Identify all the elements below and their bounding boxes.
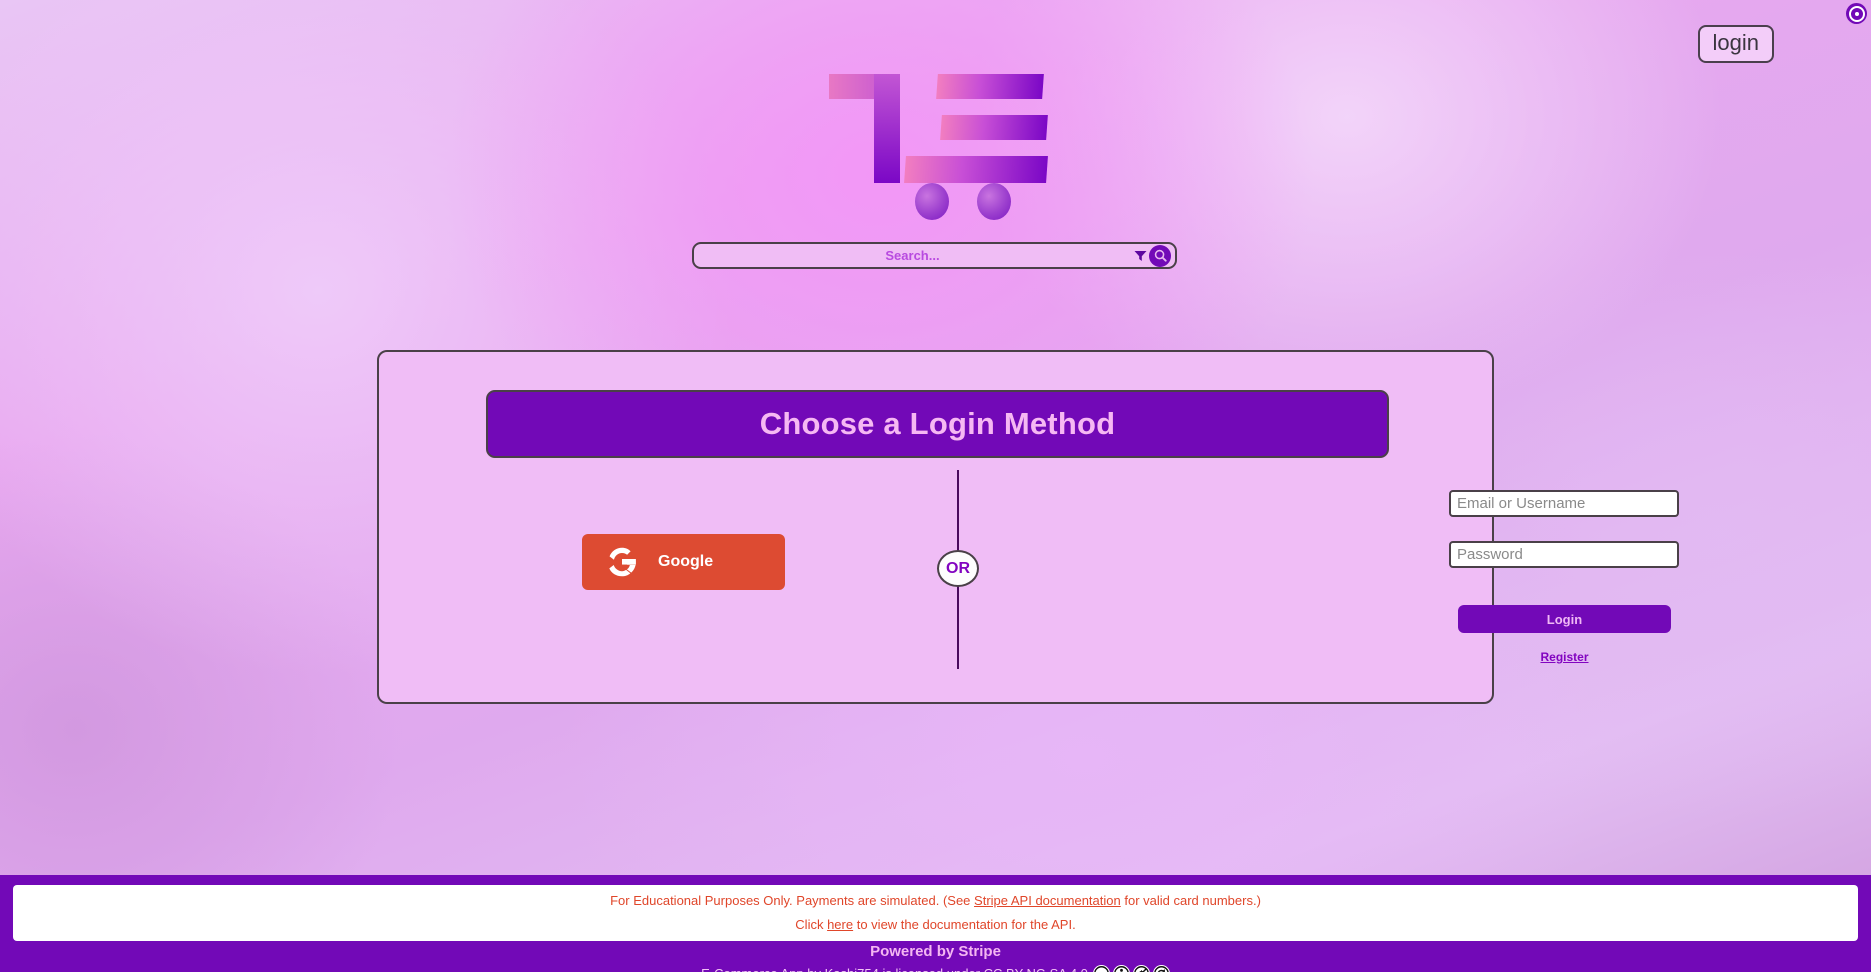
cart-bar-bottom xyxy=(903,156,1048,183)
footer-notice-banner: For Educational Purposes Only. Payments … xyxy=(13,885,1858,941)
search-input[interactable] xyxy=(694,248,1131,263)
page-footer: For Educational Purposes Only. Payments … xyxy=(0,875,1871,972)
api-documentation-here-link[interactable]: here xyxy=(827,917,853,932)
cart-bar-middle xyxy=(939,115,1048,140)
search-submit-button[interactable] xyxy=(1149,244,1171,267)
google-login-button[interactable]: Google xyxy=(582,534,785,590)
cart-bar-top xyxy=(935,74,1044,99)
license-prefix: E-Commerce App by xyxy=(701,966,825,972)
notice-text-before: For Educational Purposes Only. Payments … xyxy=(610,893,975,908)
login-form: Login Register xyxy=(1449,470,1679,664)
footer-notice-line-2: Click here to view the documentation for… xyxy=(795,913,1075,937)
license-line: E-Commerce App by Kashi754 is licensed u… xyxy=(0,965,1871,972)
cart-wheel-right xyxy=(976,183,1011,220)
or-divider: OR xyxy=(937,470,979,669)
page-title: Choose a Login Method xyxy=(759,406,1116,441)
eye-icon-ring xyxy=(1848,5,1865,22)
cc-nc-noncommercial-icon: $ xyxy=(1132,965,1150,972)
cart-wheel-left xyxy=(914,183,949,220)
email-or-username-input[interactable] xyxy=(1449,490,1679,517)
eye-icon-pupil xyxy=(1854,11,1859,16)
login-page: login Choose a Login M xyxy=(0,0,1871,972)
author-link[interactable]: Kashi754 xyxy=(825,966,879,972)
login-submit-button[interactable]: Login xyxy=(1458,605,1671,633)
login-pill-button[interactable]: login xyxy=(1697,25,1774,63)
shopping-cart-logo[interactable] xyxy=(828,68,1048,220)
google-g-icon xyxy=(609,547,636,577)
login-card-body: Google OR Login Register xyxy=(379,470,1679,702)
notice-text-after: for valid card numbers.) xyxy=(1120,893,1261,908)
or-divider-label: OR xyxy=(946,559,970,577)
notice2-text-before: Click xyxy=(795,917,828,932)
logo-container xyxy=(0,68,1871,220)
cc-by-person-icon xyxy=(1112,965,1130,972)
footer-notice-line-1: For Educational Purposes Only. Payments … xyxy=(610,889,1261,913)
cc-sa-sharealike-icon xyxy=(1152,965,1170,972)
cc-icons-group: cc $ xyxy=(1092,965,1170,972)
login-card: Choose a Login Method Google OR Email or… xyxy=(377,350,1679,704)
notice2-text-after: to view the documentation for the API. xyxy=(853,917,1076,932)
cart-handle-vertical xyxy=(873,74,900,183)
google-login-label: Google xyxy=(658,553,714,570)
eye-icon[interactable] xyxy=(1846,3,1867,24)
or-divider-badge: OR xyxy=(937,550,979,587)
cc-license-link[interactable]: CC BY-NC-SA 4.0 xyxy=(984,966,1088,972)
register-link[interactable]: Register xyxy=(1458,650,1671,664)
password-input[interactable] xyxy=(1449,541,1679,568)
powered-by-stripe-label: Powered by Stripe xyxy=(870,943,1001,960)
license-middle: is licensed under xyxy=(879,966,984,972)
license-text: E-Commerce App by Kashi754 is licensed u… xyxy=(701,966,1088,972)
search-bar[interactable] xyxy=(692,242,1177,269)
cc-icon: cc xyxy=(1092,965,1110,972)
stripe-api-documentation-link[interactable]: Stripe API documentation xyxy=(974,893,1121,908)
filter-funnel-icon[interactable] xyxy=(1131,246,1149,266)
login-card-header: Choose a Login Method xyxy=(486,390,1389,458)
